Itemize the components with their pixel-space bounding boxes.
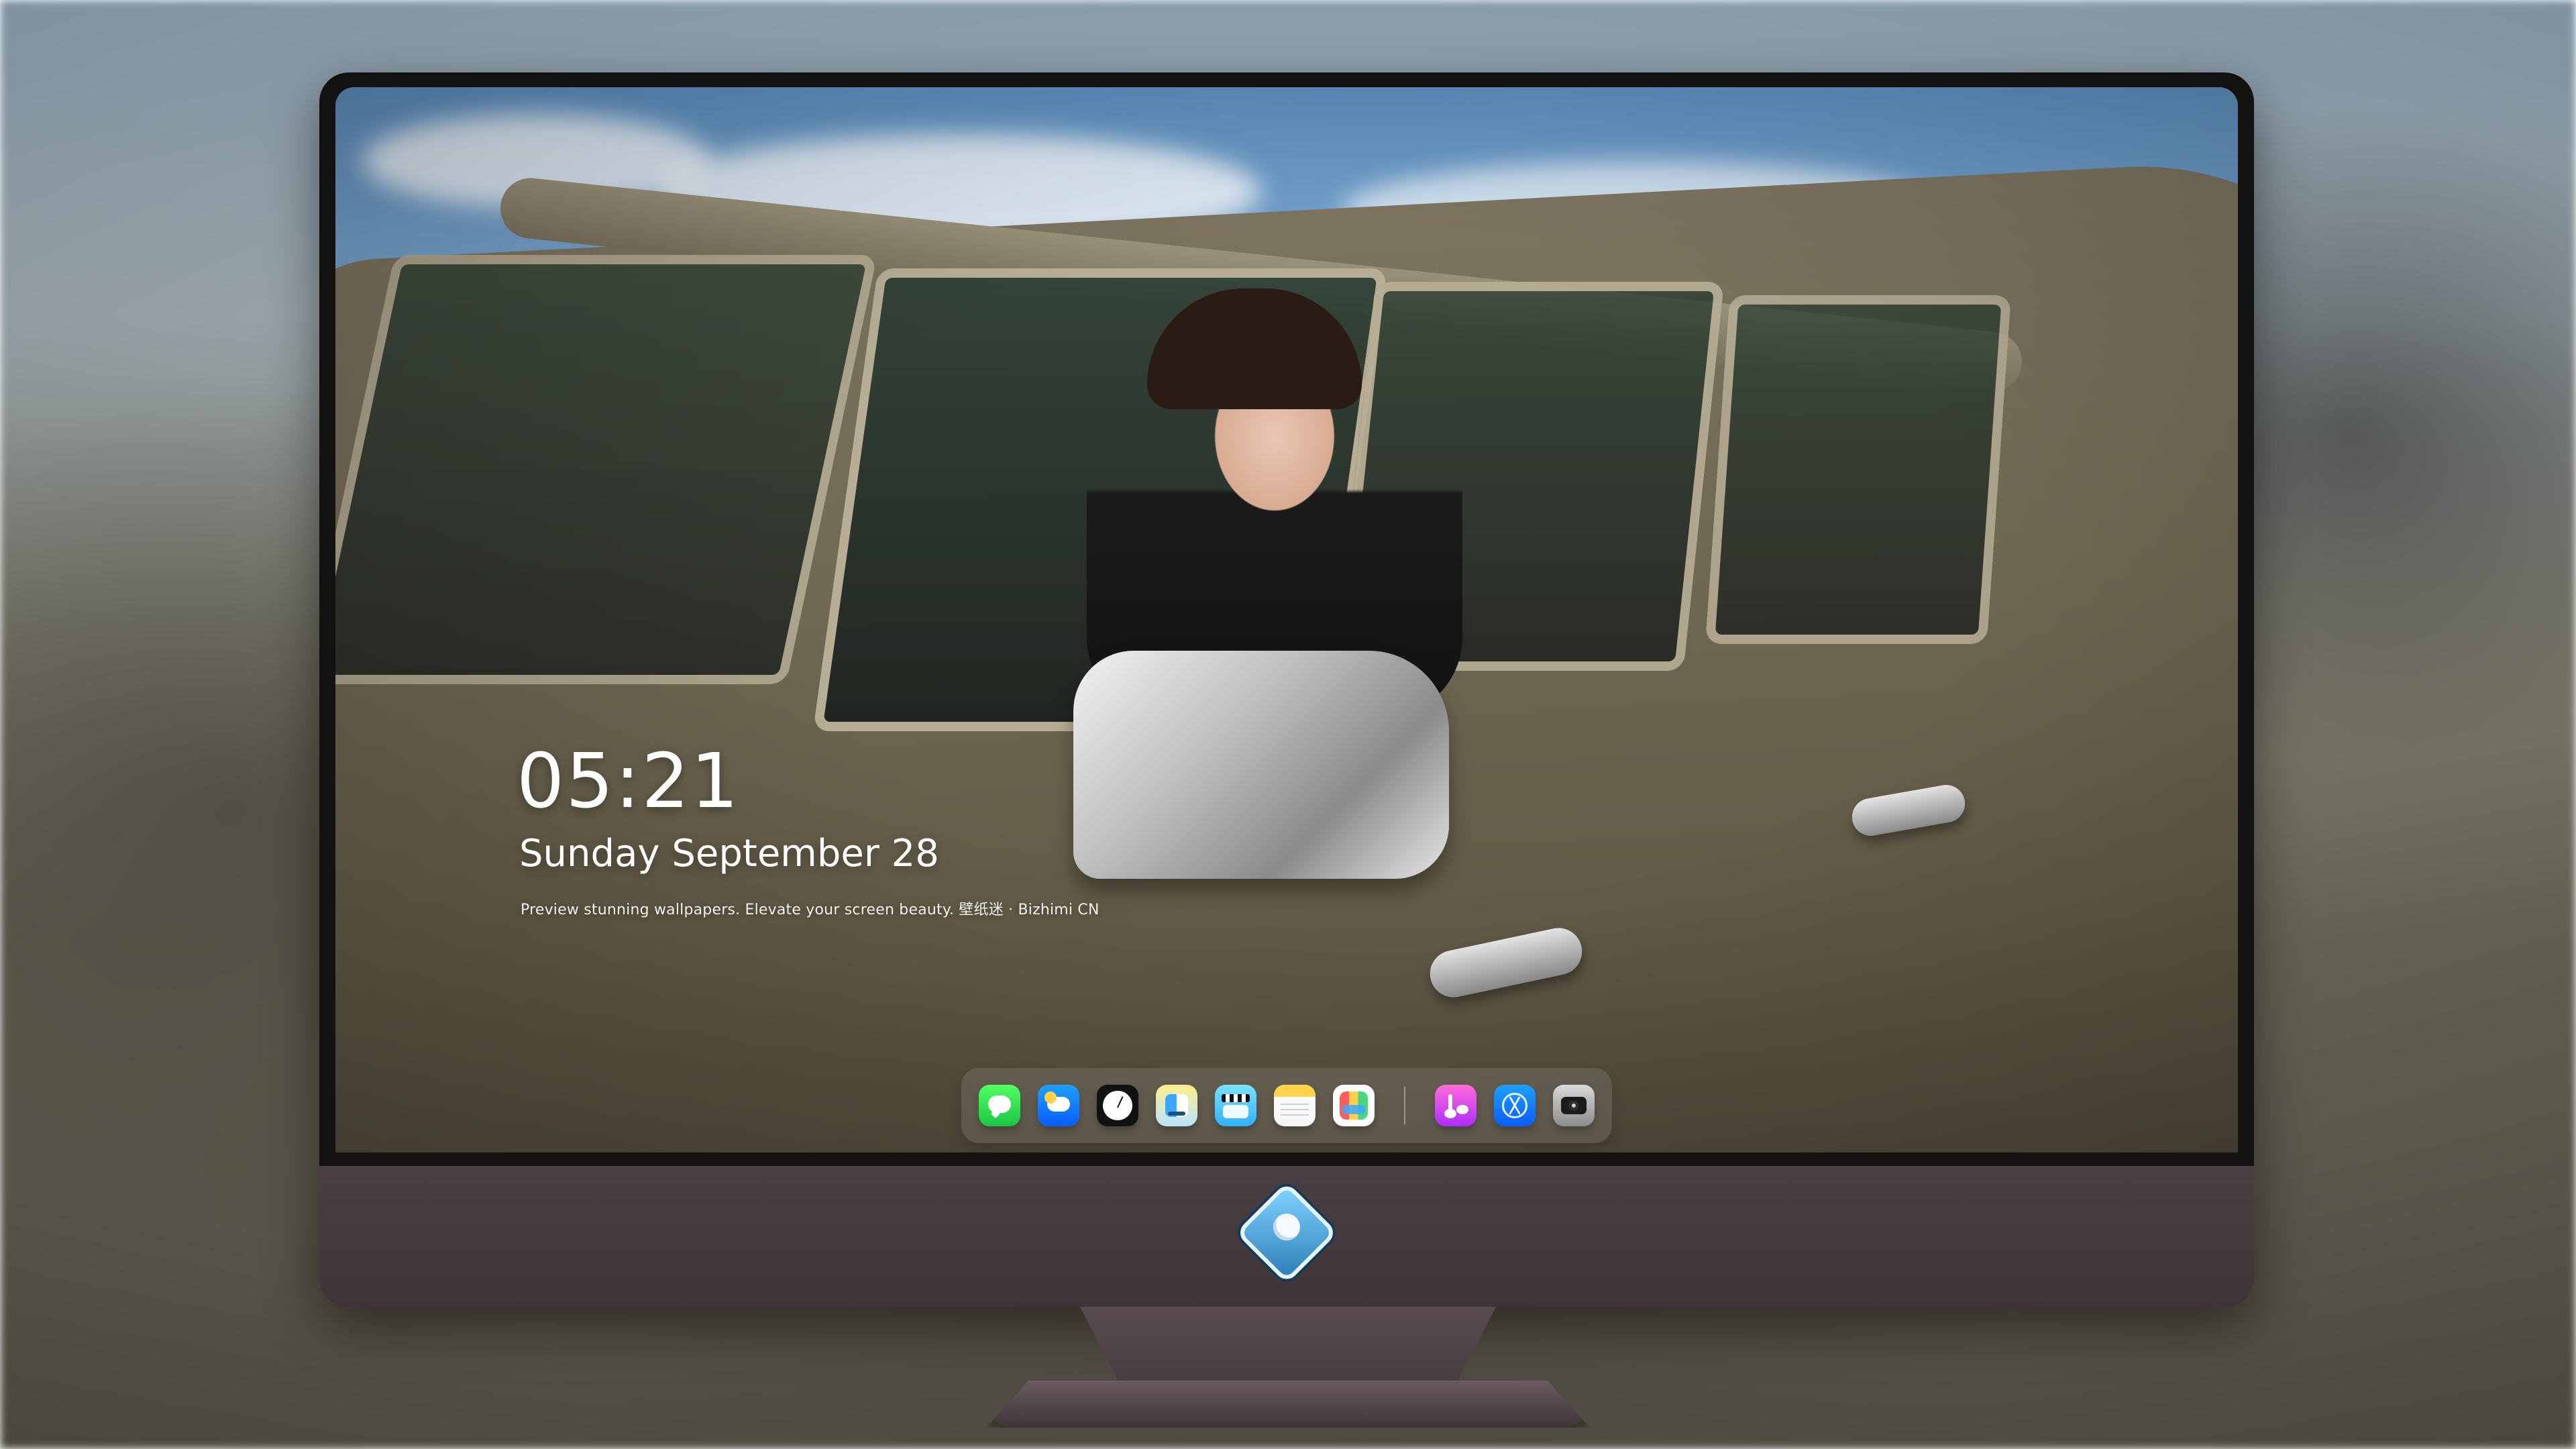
lockscreen-date: Sunday September 28: [519, 832, 939, 875]
monitor-stand-base: [986, 1381, 1590, 1428]
clips-icon[interactable]: [1215, 1085, 1256, 1126]
notes-icon[interactable]: [1274, 1085, 1316, 1126]
finder-icon[interactable]: [1156, 1085, 1197, 1126]
wallpaper-tagline: Preview stunning wallpapers. Elevate you…: [521, 902, 1099, 918]
camera-icon[interactable]: [1553, 1085, 1595, 1126]
lockscreen-time: 05:21: [517, 738, 740, 825]
messages-icon[interactable]: [979, 1085, 1020, 1126]
clock-icon[interactable]: [1097, 1085, 1138, 1126]
wallpaper-vignette: [335, 87, 2238, 1152]
monitor: 05:21 Sunday September 28 Preview stunni…: [319, 72, 2254, 1307]
monitor-chin: [319, 1166, 2254, 1307]
photos-icon[interactable]: [1333, 1085, 1375, 1126]
monitor-stand-neck: [1080, 1307, 1496, 1387]
app-store-icon[interactable]: [1494, 1085, 1536, 1126]
weather-icon[interactable]: [1038, 1085, 1079, 1126]
desktop-screen: 05:21 Sunday September 28 Preview stunni…: [335, 87, 2238, 1152]
dock-separator: [1404, 1087, 1405, 1124]
music-icon[interactable]: [1435, 1085, 1477, 1126]
brand-logo-icon: [1235, 1181, 1338, 1284]
dock: [961, 1068, 1612, 1143]
